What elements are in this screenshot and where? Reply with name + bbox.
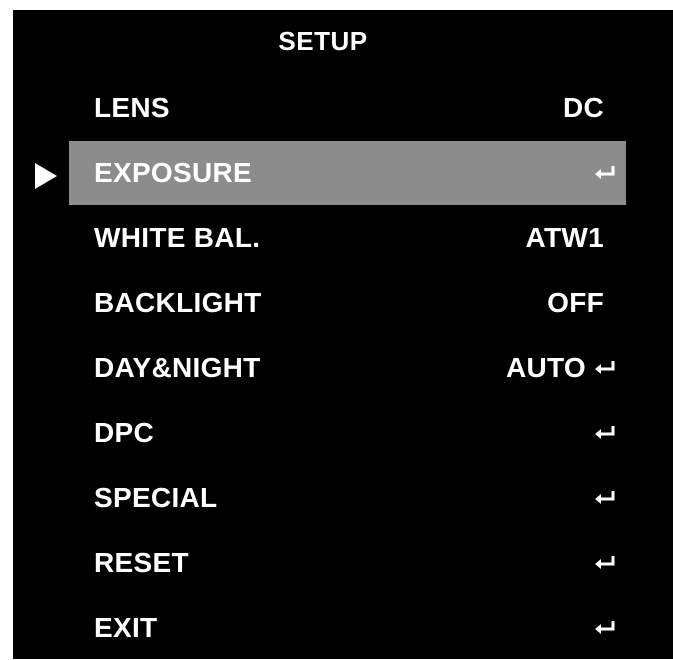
menu-item-value: DC [563, 92, 616, 124]
menu-item-label: DAY&NIGHT [94, 352, 261, 383]
menu-item-value: OFF [547, 287, 616, 319]
menu-item-label: LENS [94, 92, 170, 123]
menu-item-value [594, 554, 616, 572]
enter-return-icon [594, 554, 616, 572]
menu-item-label: EXPOSURE [94, 157, 252, 188]
enter-return-icon [594, 359, 616, 377]
enter-return-icon [594, 619, 616, 637]
menu-item-value [594, 489, 616, 507]
lens-value: DC [562, 92, 604, 123]
menu-item-exit[interactable]: EXIT [69, 596, 626, 660]
menu-item-reset[interactable]: RESET [69, 531, 626, 595]
menu-item-value [594, 164, 616, 182]
menu-item-dpc[interactable]: DPC [69, 401, 626, 465]
menu-item-label: BACKLIGHT [94, 287, 262, 318]
menu-item-label: DPC [94, 417, 155, 448]
menu-item-backlight[interactable]: BACKLIGHT OFF [69, 271, 626, 335]
backlight-value: OFF [547, 287, 604, 318]
menu-item-label: WHITE BAL. [94, 222, 261, 253]
menu-item-label: EXIT [94, 612, 158, 643]
menu-item-value: AUTO [506, 352, 616, 384]
menu-item-value [594, 619, 616, 637]
menu-item-value: ATW1 [526, 222, 616, 254]
menu-item-lens[interactable]: LENS DC [69, 76, 626, 140]
enter-return-icon [594, 164, 616, 182]
menu-item-exposure[interactable]: EXPOSURE [69, 141, 626, 205]
menu-item-label: RESET [94, 547, 189, 578]
menu-item-special[interactable]: SPECIAL [69, 466, 626, 530]
white-bal-value: ATW1 [525, 222, 604, 253]
menu-item-value [594, 424, 616, 442]
enter-return-icon [594, 424, 616, 442]
osd-setup-menu: SETUP LENS DC EXPOSURE WHITE BAL. ATW1 B… [13, 10, 673, 659]
menu-title: SETUP [278, 26, 368, 56]
selector-arrow-icon [35, 163, 57, 189]
day-night-value: AUTO [505, 352, 586, 383]
enter-return-icon [594, 489, 616, 507]
menu-item-label: SPECIAL [94, 482, 218, 513]
menu-item-day-night[interactable]: DAY&NIGHT AUTO [69, 336, 626, 400]
menu-item-white-bal[interactable]: WHITE BAL. ATW1 [69, 206, 626, 270]
